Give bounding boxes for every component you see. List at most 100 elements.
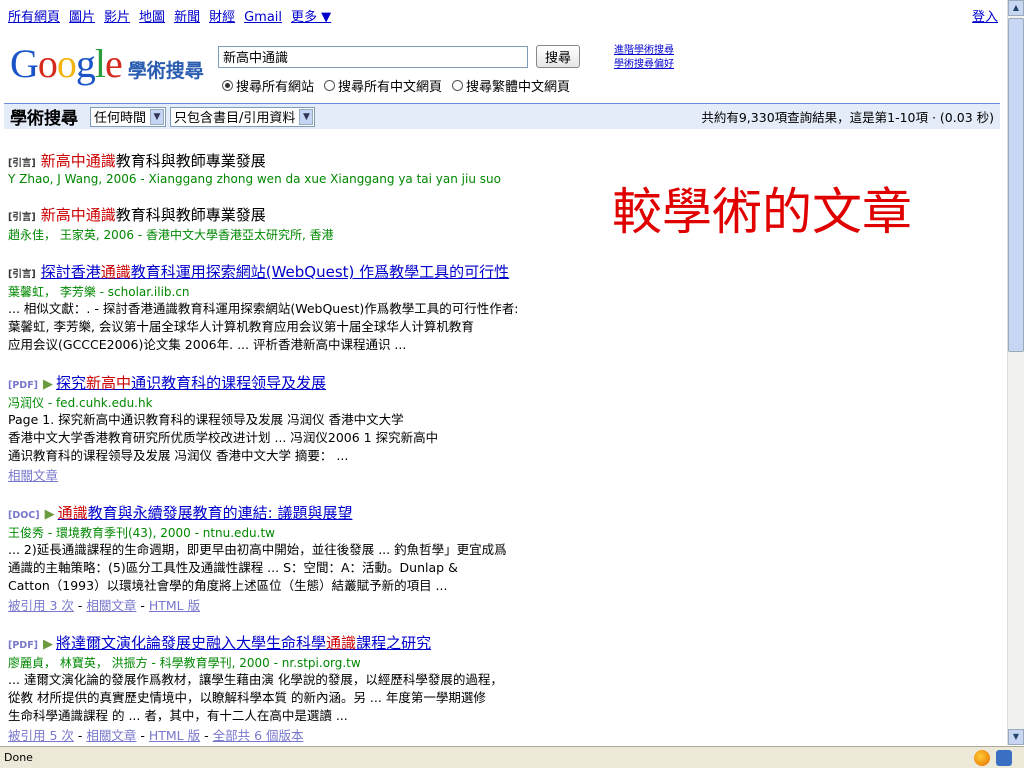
result-title[interactable]: 將達爾文演化論發展史融入大學生命科學通識課程之研究	[56, 632, 431, 653]
title-text: 教育科運用探索網站(WebQuest) 作爲教學工具的可行性	[130, 263, 510, 281]
vertical-scrollbar[interactable]: ▲ ▼	[1007, 0, 1024, 745]
search-input[interactable]	[218, 45, 528, 68]
result-title-row: [引言] 新高中通識教育科與教師專業發展	[8, 150, 608, 171]
result-title[interactable]: 探究新高中通识教育科的课程领导及发展	[56, 372, 326, 393]
separator: -	[136, 598, 149, 613]
top-nav-link[interactable]: 地圖	[139, 10, 165, 25]
scholar-preferences-link[interactable]: 學術搜尋偏好	[614, 58, 674, 72]
result-footer-link[interactable]: 被引用 3 次	[8, 598, 74, 613]
result-footer: 相關文章	[8, 465, 608, 484]
result-authors: 王俊秀 - 環境教育季刊(43), 2000 - ntnu.edu.tw	[8, 526, 275, 540]
result-footer-link[interactable]: HTML 版	[149, 598, 200, 613]
result-title-row: [引言] 新高中通識教育科與教師專業發展	[8, 204, 608, 225]
scope-radio-label: 搜尋所有中文網頁	[338, 80, 443, 95]
result-authors: 趙永佳， 王家英, 2006 - 香港中文大學香港亞太研究所, 香港	[8, 228, 334, 242]
snippet-line: 葉馨虹, 李芳樂, 会议第十届全球华人计算机教育应用会议第十届全球华人计算机教育	[8, 319, 474, 334]
result-authors: Y Zhao, J Wang, 2006 - Xianggang zhong w…	[8, 172, 501, 186]
result-item: [引言] 新高中通識教育科與教師專業發展 Y Zhao, J Wang, 2006 …	[8, 150, 608, 186]
results-header-bar: 學術搜尋 任何時間 ▼ 只包含書目/引用資料 ▼ 共約有9,330項查詢結果，這…	[4, 103, 1000, 129]
title-text: 將達爾文演化論發展史融入大學生命科學	[56, 634, 327, 652]
result-item: [PDF] ▶ 將達爾文演化論發展史融入大學生命科學通識課程之研究廖麗貞， 林寶英，…	[8, 632, 608, 744]
title-text: 通识教育科的课程领导及发展	[131, 374, 327, 392]
top-nav-link[interactable]: 影片	[104, 10, 130, 25]
snippet-line: 通识教育科的课程领导及发展 冯润仪 香港中文大学 摘要： ...	[8, 448, 349, 463]
separator: -	[73, 728, 87, 743]
status-icons	[974, 749, 1012, 766]
scroll-down-icon[interactable]: ▼	[1008, 729, 1024, 745]
top-nav-link[interactable]: Gmail	[244, 10, 282, 25]
scope-radio[interactable]: 搜尋繁體中文網頁	[452, 76, 570, 95]
title-highlight: 通識	[57, 504, 88, 522]
result-title-row: [DOC] ▶ 通識教育與永續發展教育的連結: 議題與展望	[8, 502, 608, 523]
status-bar: Done	[0, 746, 1024, 768]
google-scholar-logo[interactable]: Google 學術搜尋	[10, 40, 204, 86]
mail-icon[interactable]	[996, 749, 1012, 766]
play-arrow-icon: ▶	[43, 637, 54, 652]
result-snippet: ... 相似文獻：. - 探討香港通識教育科運用探索網站(WebQuest)作爲…	[8, 300, 608, 354]
top-nav-link[interactable]: 財經	[209, 10, 235, 25]
snippet-line: ... 2)延長通識課程的生命週期，即更早由初高中開始，並往後發展 ... 釣魚…	[8, 542, 507, 557]
chevron-down-icon: ▼	[299, 108, 314, 125]
result-title[interactable]: 探討香港通識教育科運用探索網站(WebQuest) 作爲教學工具的可行性	[41, 261, 509, 282]
result-title-row: [引言] 探討香港通識教育科運用探索網站(WebQuest) 作爲教學工具的可行性	[8, 261, 608, 282]
result-footer-link[interactable]: 相關文章	[86, 598, 136, 613]
snippet-line: ... 相似文獻：. - 探討香港通識教育科運用探索網站(WebQuest)作爲…	[8, 301, 519, 316]
logo-letter: o	[56, 41, 77, 86]
scope-radio[interactable]: 搜尋所有中文網頁	[324, 76, 442, 95]
result-footer: 被引用 3 次 - 相關文章 - HTML 版	[8, 595, 608, 614]
title-text: 教育科與教師專業發展	[115, 152, 266, 170]
title-text: 課程之研究	[356, 634, 432, 652]
search-scope-radios: 搜尋所有網站 搜尋所有中文網頁 搜尋繁體中文網頁	[222, 76, 574, 95]
radio-icon	[222, 80, 233, 91]
separator: -	[73, 598, 87, 613]
time-range-select[interactable]: 任何時間 ▼	[90, 106, 167, 127]
snippet-line: 应用会议(GCCCE2006)论文集 2006年. ... 评析香港新高中课程通…	[8, 337, 407, 352]
result-title[interactable]: 通識教育與永續發展教育的連結: 議題與展望	[58, 502, 353, 523]
scroll-thumb[interactable]	[1008, 18, 1024, 352]
results-list: [引言] 新高中通識教育科與教師專業發展 Y Zhao, J Wang, 2006 …	[8, 150, 608, 762]
scope-radio-label: 搜尋所有網站	[236, 80, 315, 95]
play-arrow-icon: ▶	[43, 377, 54, 392]
advanced-search-link[interactable]: 進階學術搜尋	[614, 44, 674, 58]
result-snippet: Page 1. 探究新高中通识教育科的课程领导及发展 冯润仪 香港中文大学 香港中…	[8, 411, 608, 465]
result-footer-link[interactable]: 相關文章	[8, 468, 58, 483]
search-button[interactable]: 搜尋	[536, 45, 581, 68]
chevron-down-icon: ▼	[317, 10, 332, 25]
title-highlight: 通識	[326, 634, 357, 652]
result-footer-link[interactable]: 全部共 6 個版本	[213, 728, 304, 743]
radio-icon	[324, 80, 336, 91]
result-authors: 廖麗貞， 林寶英， 洪振方 - 科學教育學刊, 2000 - nr.stpi.o…	[8, 656, 361, 670]
time-range-value: 任何時間	[94, 111, 147, 126]
scroll-up-icon[interactable]: ▲	[1008, 0, 1024, 16]
result-type-tag: [PDF]	[8, 640, 39, 651]
result-title[interactable]: 新高中通識教育科與教師專業發展	[41, 150, 266, 171]
result-title-row: [PDF] ▶ 將達爾文演化論發展史融入大學生命科學通識課程之研究	[8, 632, 608, 653]
annotation-text: 較學術的文章	[612, 183, 912, 241]
result-type-select[interactable]: 只包含書目/引用資料 ▼	[170, 106, 316, 127]
separator: -	[136, 728, 149, 743]
advanced-links: 進階學術搜尋 學術搜尋偏好	[614, 44, 674, 72]
result-type-tag: [引言]	[8, 158, 36, 169]
sign-in-link[interactable]: 登入	[972, 6, 998, 25]
top-nav-link[interactable]: 新聞	[174, 10, 200, 25]
logo-letter: G	[10, 41, 39, 86]
snippet-line: Page 1. 探究新高中通识教育科的课程领导及发展 冯润仪 香港中文大学	[8, 412, 404, 427]
title-highlight: 新高中	[86, 374, 132, 392]
snippet-line: 通識的主軸策略：(5)區分工具性及通識性課程 ... S：空間：A：活動。Dun…	[8, 560, 458, 575]
result-footer-link[interactable]: HTML 版	[149, 728, 200, 743]
title-highlight: 新高中通識	[40, 152, 116, 170]
scope-radio[interactable]: 搜尋所有網站	[222, 76, 314, 95]
result-title[interactable]: 新高中通識教育科與教師專業發展	[41, 204, 266, 225]
title-text: 探究	[56, 374, 87, 392]
scope-radio-label: 搜尋繁體中文網頁	[466, 80, 571, 95]
top-nav: 所有網頁 圖片 影片 地圖 新聞 財經 Gmail 更多 ▼	[8, 6, 349, 25]
snippet-line: ... 達爾文演化論的發展作爲教材，讓學生藉由演 化學說的發展，以經歷科學發展的…	[8, 672, 503, 687]
logo-letter: l	[94, 41, 106, 86]
top-nav-link[interactable]: 所有網頁	[8, 10, 60, 25]
result-footer-link[interactable]: 被引用 5 次	[8, 728, 74, 743]
title-text: 教育與永續發展教育的連結: 議題與展望	[87, 504, 353, 522]
top-nav-more[interactable]: 更多 ▼	[291, 10, 340, 25]
top-nav-link[interactable]: 圖片	[69, 10, 95, 25]
firefox-icon[interactable]	[974, 749, 990, 766]
result-footer-link[interactable]: 相關文章	[86, 728, 136, 743]
